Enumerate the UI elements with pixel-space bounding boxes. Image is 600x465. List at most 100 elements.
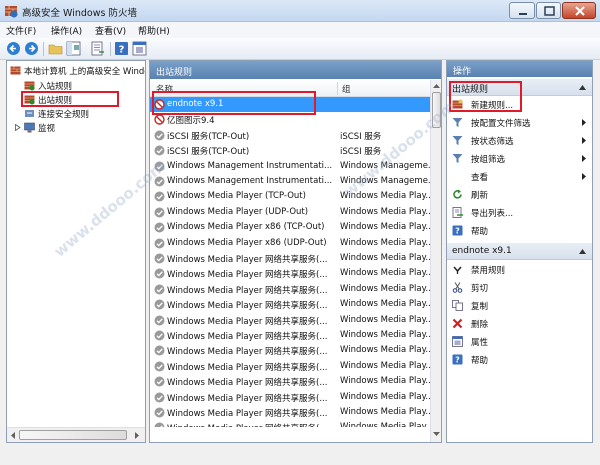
tree-item-label: 监视 bbox=[38, 124, 56, 134]
table-row[interactable]: Windows Media Player x86 (TCP-Out) Window… bbox=[150, 220, 430, 235]
action-item[interactable]: 禁用规则 bbox=[447, 261, 592, 278]
rule-group: Windows Media Play... bbox=[340, 422, 430, 427]
disabled-icon bbox=[154, 130, 165, 141]
minimize-button[interactable] bbox=[509, 2, 535, 19]
properties-icon bbox=[452, 336, 463, 347]
action-item[interactable]: 按组筛选 bbox=[447, 150, 592, 167]
scroll-left-icon[interactable] bbox=[9, 431, 17, 440]
pane-header: 出站规则 bbox=[150, 61, 441, 79]
forward-arrow-icon[interactable] bbox=[24, 41, 39, 56]
maximize-icon bbox=[544, 6, 555, 16]
svg-text:?: ? bbox=[119, 45, 125, 56]
rule-group: Windows Media Play... bbox=[340, 376, 430, 387]
table-row[interactable]: Windows Media Player 网络共享服务(...Windows M… bbox=[150, 282, 430, 297]
action-item[interactable]: 按状态筛选 bbox=[447, 132, 592, 149]
action-item[interactable]: 删除 bbox=[447, 315, 592, 332]
menu-bar: 文件(F) 操作(A) 查看(V) 帮助(H) bbox=[0, 22, 600, 38]
monitoring-icon bbox=[24, 122, 35, 133]
connection-security-icon bbox=[25, 110, 34, 117]
action-label: 按状态筛选 bbox=[471, 137, 514, 147]
menu-file[interactable]: 文件(F) bbox=[6, 24, 36, 37]
scroll-up-icon[interactable] bbox=[432, 82, 441, 89]
action-item[interactable]: ? 帮助 bbox=[447, 222, 592, 239]
column-divider[interactable] bbox=[337, 82, 338, 95]
action-item[interactable]: 复制 bbox=[447, 297, 592, 314]
action-item[interactable]: 剪切 bbox=[447, 279, 592, 296]
table-row[interactable]: Windows Media Player 网络共享服务(... Windows M… bbox=[150, 328, 430, 343]
rule-group: iSCSI 服务 bbox=[340, 147, 382, 158]
collapse-icon[interactable] bbox=[579, 249, 586, 254]
action-item[interactable]: ? 帮助 bbox=[447, 351, 592, 368]
back-arrow-icon[interactable] bbox=[6, 41, 21, 56]
show-hide-tree-icon[interactable] bbox=[66, 41, 81, 56]
table-row[interactable]: Windows Media Player (TCP-Out) Windows Me… bbox=[150, 189, 430, 204]
rules-vertical-scrollbar[interactable] bbox=[430, 80, 441, 442]
action-item[interactable]: 刷新 bbox=[447, 186, 592, 203]
filter-icon bbox=[452, 136, 463, 145]
svg-text:?: ? bbox=[455, 227, 460, 236]
scroll-down-icon[interactable] bbox=[432, 431, 441, 438]
rule-name: Windows Media Player 网络共享服务(... bbox=[167, 316, 328, 327]
menu-help[interactable]: 帮助(H) bbox=[138, 24, 170, 37]
rules-table: endnote x9.1 亿图图示9.4 iSCSI 服务(TCP-Out) iSCS… bbox=[150, 97, 430, 427]
disabled-icon bbox=[154, 392, 165, 403]
table-row[interactable]: Windows Media Player (UDP-Out) Windows Me… bbox=[150, 205, 430, 220]
disabled-icon bbox=[154, 253, 165, 264]
table-row[interactable]: Windows Media Player 网络共享服务(...Windows M… bbox=[150, 405, 430, 420]
rule-name: Windows Management Instrumentati... bbox=[167, 160, 333, 171]
delete-icon bbox=[452, 318, 463, 329]
table-row[interactable]: Windows Media Player x86 (UDP-Out) Window… bbox=[150, 236, 430, 251]
rule-name: 亿图图示9.4 bbox=[167, 116, 215, 127]
cut-icon bbox=[452, 282, 463, 293]
scrollbar-thumb[interactable] bbox=[19, 430, 127, 440]
rule-group: Windows Media Play... bbox=[340, 191, 430, 202]
action-item[interactable]: 属性 bbox=[447, 333, 592, 350]
scrollbar-thumb[interactable] bbox=[432, 92, 441, 128]
up-folder-icon[interactable] bbox=[48, 41, 63, 56]
menu-action[interactable]: 操作(A) bbox=[51, 24, 82, 37]
rule-group: Windows Media Play... bbox=[340, 206, 430, 217]
table-row[interactable]: Windows Media Player 网络共享服务(...Windows M… bbox=[150, 313, 430, 328]
tree-root[interactable]: 本地计算机 上的高级安全 Windows 防火墙 bbox=[7, 64, 145, 78]
action-label: 查看 bbox=[471, 173, 489, 183]
disabled-icon bbox=[154, 238, 165, 249]
table-row[interactable]: Windows Media Player 网络共享服务(...Windows M… bbox=[150, 251, 430, 266]
rule-name: Windows Media Player 网络共享服务(... bbox=[167, 378, 328, 389]
table-row[interactable]: Windows Management Instrumentati... Windo… bbox=[150, 159, 430, 174]
column-group-header[interactable]: 组 bbox=[342, 83, 351, 95]
rules-list-pane: 出站规则 名称 组 endnote x9.1 亿图图示9.4 iSCSI 服务(TC… bbox=[149, 60, 442, 443]
help-icon[interactable]: ? bbox=[114, 41, 129, 56]
rule-name: Windows Management Instrumentati... bbox=[167, 176, 333, 186]
firewall-icon bbox=[10, 66, 21, 75]
action-item[interactable]: 查看 bbox=[447, 168, 592, 185]
export-list-icon[interactable] bbox=[90, 41, 105, 56]
expand-arrow-icon[interactable] bbox=[15, 124, 21, 131]
table-row[interactable]: Windows Management Instrumentati... Windo… bbox=[150, 174, 430, 189]
action-item[interactable]: 按配置文件筛选 bbox=[447, 114, 592, 131]
action-item[interactable]: 导出列表... bbox=[447, 204, 592, 221]
maximize-button[interactable] bbox=[536, 2, 561, 19]
table-row[interactable]: Windows Media Player 网络共享服务(... Windows M… bbox=[150, 374, 430, 389]
table-row[interactable]: Windows Media Player 网络共享服务(...Windows M… bbox=[150, 343, 430, 358]
table-row[interactable]: Windows Media Player 网络共享服务(...Windows M… bbox=[150, 266, 430, 281]
disabled-icon bbox=[154, 330, 165, 341]
disabled-icon bbox=[154, 207, 165, 218]
tree-item-label: 连接安全规则 bbox=[38, 110, 90, 120]
disabled-icon bbox=[154, 361, 165, 372]
table-row[interactable]: Windows Media Player 网络共享服务(...Windows M… bbox=[150, 297, 430, 312]
scroll-right-icon[interactable] bbox=[133, 431, 141, 440]
close-button[interactable] bbox=[562, 2, 596, 19]
rule-group: Windows Media Play... bbox=[340, 330, 430, 340]
table-row[interactable]: iSCSI 服务(TCP-Out) iSCSI 服务 bbox=[150, 128, 430, 143]
table-row[interactable]: Windows Media Player 网络共享服务(...Windows M… bbox=[150, 420, 430, 427]
actions-section-selected-rule[interactable]: endnote x9.1 bbox=[447, 243, 592, 260]
collapse-icon[interactable] bbox=[579, 85, 586, 90]
properties-icon[interactable] bbox=[132, 41, 147, 56]
table-row[interactable]: Windows Media Player 网络共享服务(...Windows M… bbox=[150, 359, 430, 374]
tree-horizontal-scrollbar[interactable] bbox=[7, 427, 145, 442]
table-row[interactable]: iSCSI 服务(TCP-Out) iSCSI 服务 bbox=[150, 143, 430, 158]
menu-view[interactable]: 查看(V) bbox=[95, 24, 126, 37]
table-row[interactable]: Windows Media Player 网络共享服务(...Windows M… bbox=[150, 390, 430, 405]
rule-name: Windows Media Player 网络共享服务(... bbox=[167, 409, 328, 419]
rule-name: Windows Media Player 网络共享服务(... bbox=[167, 332, 328, 342]
